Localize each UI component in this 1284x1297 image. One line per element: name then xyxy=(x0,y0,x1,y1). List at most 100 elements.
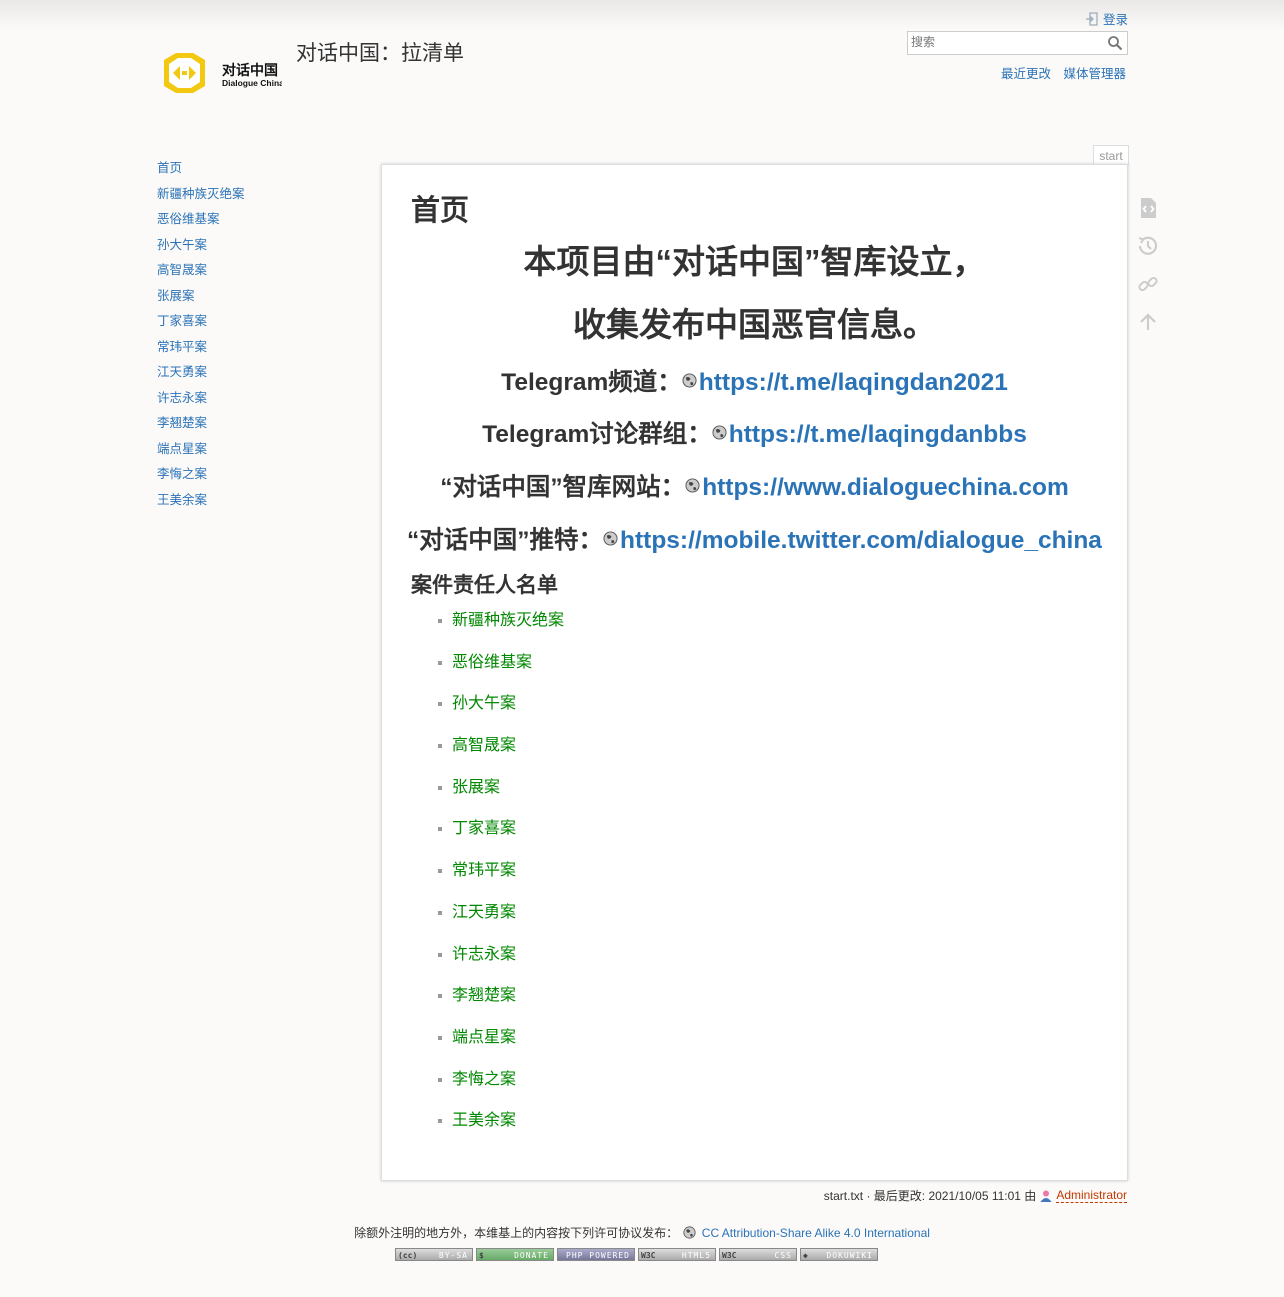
search-icon[interactable] xyxy=(1107,35,1123,51)
cases-list: 新疆种族灭绝案 恶俗维基案 孙大午案 高智晟案 张展案 丁家喜案 常玮平案 江天… xyxy=(438,611,564,1153)
license: 除额外注明的地方外，本维基上的内容按下列许可协议发布： CC Attributi… xyxy=(0,1224,1284,1241)
sidebar-item[interactable]: 李翘楚案 xyxy=(157,416,207,430)
case-link[interactable]: 端点星案 xyxy=(452,1029,516,1046)
sidebar: 首页 新疆种族灭绝案 恶俗维基案 孙大午案 高智晟案 张展案 丁家喜案 常玮平案… xyxy=(157,160,245,517)
list-item: 许志永案 xyxy=(438,945,564,987)
dokuwiki-badge[interactable]: ◆ DOKUWIKI xyxy=(800,1248,878,1261)
page-tools xyxy=(1136,196,1160,348)
link-line-website: “对话中国”智库网站： https://www.dialoguechina.com xyxy=(382,468,1127,503)
search-form xyxy=(907,31,1128,55)
list-item: 江天勇案 xyxy=(438,903,564,945)
w3c-html5-badge[interactable]: W3C HTML5 xyxy=(638,1248,716,1261)
globe-icon xyxy=(683,1226,697,1239)
sidebar-item-home[interactable]: 首页 xyxy=(157,161,182,175)
case-link[interactable]: 许志永案 xyxy=(452,946,516,963)
badge-label: DONATE xyxy=(514,1251,549,1260)
sidebar-item[interactable]: 常玮平案 xyxy=(157,340,207,354)
list-item: 高智晟案 xyxy=(438,736,564,778)
badge-label: HTML5 xyxy=(681,1251,711,1260)
media-manager-link[interactable]: 媒体管理器 xyxy=(1063,67,1126,81)
link-line-twitter: “对话中国”推特： https://mobile.twitter.com/dial… xyxy=(382,521,1127,556)
site-title[interactable]: 对话中国：拉清单 xyxy=(296,37,464,67)
case-link[interactable]: 丁家喜案 xyxy=(452,820,516,837)
license-link[interactable]: CC Attribution-Share Alike 4.0 Internati… xyxy=(702,1226,930,1240)
search-input[interactable] xyxy=(908,32,1101,52)
link-label: Telegram讨论群组： xyxy=(482,421,712,448)
logo-text-cn: 对话中国 xyxy=(222,62,278,79)
login-link[interactable]: 登录 xyxy=(1085,9,1128,28)
list-item: 王美余案 xyxy=(438,1111,564,1153)
link-label: Telegram频道： xyxy=(501,369,682,396)
sidebar-item[interactable]: 王美余案 xyxy=(157,493,207,507)
sidebar-item[interactable]: 孙大午案 xyxy=(157,238,207,252)
telegram-channel-link[interactable]: https://t.me/laqingdan2021 xyxy=(699,369,1008,396)
w3c-css-badge[interactable]: W3C CSS xyxy=(719,1248,797,1261)
twitter-link[interactable]: https://mobile.twitter.com/dialogue_chin… xyxy=(620,527,1102,554)
sidebar-item[interactable]: 恶俗维基案 xyxy=(157,212,220,226)
case-link[interactable]: 常玮平案 xyxy=(452,862,516,879)
sidebar-item[interactable]: 丁家喜案 xyxy=(157,314,207,328)
globe-icon xyxy=(685,478,700,493)
globe-icon xyxy=(603,531,618,546)
case-link[interactable]: 江天勇案 xyxy=(452,904,516,921)
telegram-group-link[interactable]: https://t.me/laqingdanbbs xyxy=(729,421,1027,448)
sidebar-item[interactable]: 许志永案 xyxy=(157,391,207,405)
badge-label: BY-SA xyxy=(438,1251,468,1260)
case-link[interactable]: 孙大午案 xyxy=(452,695,516,712)
page-id-tab: start xyxy=(1093,145,1129,166)
sidebar-item[interactable]: 端点星案 xyxy=(157,442,207,456)
case-link[interactable]: 王美余案 xyxy=(452,1112,516,1129)
cases-heading: 案件责任人名单 xyxy=(411,574,558,597)
login-label: 登录 xyxy=(1103,13,1129,27)
globe-icon xyxy=(682,373,697,388)
backlinks-icon[interactable] xyxy=(1136,272,1160,296)
sidebar-item[interactable]: 江天勇案 xyxy=(157,365,207,379)
list-item: 常玮平案 xyxy=(438,861,564,903)
list-item: 李悔之案 xyxy=(438,1070,564,1112)
sidebar-item[interactable]: 李悔之案 xyxy=(157,467,207,481)
site-logo[interactable]: 对话中国 Dialogue China xyxy=(160,50,282,96)
page-content: 首页 本项目由“对话中国”智库设立， 收集发布中国恶官信息。 Telegram频… xyxy=(381,164,1128,1181)
license-text: 除额外注明的地方外，本维基上的内容按下列许可协议发布： xyxy=(354,1226,679,1240)
doc-info-text: start.txt · 最后更改: 2021/10/05 11:01 由 xyxy=(823,1189,1037,1203)
list-item: 端点星案 xyxy=(438,1028,564,1070)
list-item: 孙大午案 xyxy=(438,694,564,736)
recent-changes-link[interactable]: 最近更改 xyxy=(1001,67,1051,81)
badge-label: PHP POWERED xyxy=(566,1251,630,1260)
case-link[interactable]: 李翘楚案 xyxy=(452,987,516,1004)
badge-label: CSS xyxy=(774,1251,792,1260)
banner-line-2: 收集发布中国恶官信息。 xyxy=(573,306,936,343)
sidebar-item[interactable]: 新疆种族灭绝案 xyxy=(157,187,245,201)
cc-by-sa-badge[interactable]: (cc) BY-SA xyxy=(395,1248,473,1261)
link-label: “对话中国”智库网站： xyxy=(440,474,686,501)
sidebar-item[interactable]: 高智晟案 xyxy=(157,263,207,277)
user-icon xyxy=(1040,1190,1052,1202)
login-icon xyxy=(1086,11,1098,26)
list-item: 新疆种族灭绝案 xyxy=(438,611,564,653)
show-source-icon[interactable] xyxy=(1136,196,1160,220)
globe-icon xyxy=(712,425,727,440)
page-title: 首页 xyxy=(411,195,470,227)
list-item: 张展案 xyxy=(438,778,564,820)
history-icon[interactable] xyxy=(1136,234,1160,258)
donate-badge[interactable]: $ DONATE xyxy=(476,1248,554,1261)
website-link[interactable]: https://www.dialoguechina.com xyxy=(702,474,1069,501)
site-tools: 最近更改 媒体管理器 xyxy=(992,63,1126,82)
link-label: “对话中国”推特： xyxy=(407,527,604,554)
footer-badges: (cc) BY-SA $ DONATE PHP POWERED W3C HTML5 W… xyxy=(395,1248,878,1261)
badge-label: DOKUWIKI xyxy=(826,1251,873,1260)
sidebar-item[interactable]: 张展案 xyxy=(157,289,195,303)
logo-text-en: Dialogue China xyxy=(222,78,282,88)
back-to-top-icon[interactable] xyxy=(1136,310,1160,334)
case-link[interactable]: 张展案 xyxy=(452,779,500,796)
author-link[interactable]: Administrator xyxy=(1056,1188,1127,1203)
link-line-telegram-group: Telegram讨论群组： https://t.me/laqingdanbbs xyxy=(382,415,1127,450)
doc-info: start.txt · 最后更改: 2021/10/05 11:01 由 Adm… xyxy=(824,1187,1127,1204)
list-item: 李翘楚案 xyxy=(438,986,564,1028)
case-link[interactable]: 李悔之案 xyxy=(452,1071,516,1088)
case-link[interactable]: 高智晟案 xyxy=(452,737,516,754)
list-item: 丁家喜案 xyxy=(438,819,564,861)
case-link[interactable]: 新疆种族灭绝案 xyxy=(452,612,564,629)
php-powered-badge[interactable]: PHP POWERED xyxy=(557,1248,635,1261)
case-link[interactable]: 恶俗维基案 xyxy=(452,654,532,671)
